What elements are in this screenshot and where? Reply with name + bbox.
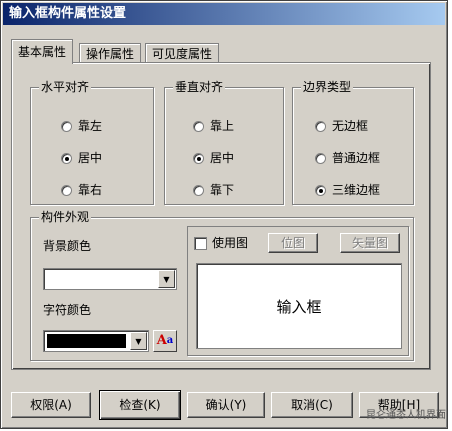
confirm-button[interactable]: 确认(Y) [187,392,265,418]
radio-align-left[interactable]: 靠左 [61,118,102,134]
horizontal-align-title: 水平对齐 [39,80,92,94]
use-image-checkbox[interactable] [194,237,207,250]
radio-align-top[interactable]: 靠上 [193,118,234,134]
radio-label: 靠上 [210,119,235,133]
radio-align-center[interactable]: 居中 [61,150,102,166]
preview-box: 输入框 [196,263,402,349]
font-color-label: 字符颜色 [43,303,92,317]
radio-label: 居中 [78,151,103,165]
radio-label: 普通边框 [332,151,381,165]
radio-indicator[interactable] [61,152,72,164]
bg-color-select[interactable]: ▼ [43,268,177,290]
border-type-group: 边界类型 无边框 普通边框 三维边框 [292,80,414,205]
font-color-swatch [47,334,126,348]
radio-indicator[interactable] [61,184,72,196]
border-type-title: 边界类型 [301,80,354,94]
radio-3d-border[interactable]: 三维边框 [315,182,380,198]
radio-align-right[interactable]: 靠右 [61,182,102,198]
horizontal-align-group: 水平对齐 靠左 居中 靠右 [30,80,154,205]
tab-panel-basic: 水平对齐 靠左 居中 靠右 垂直对齐 靠上 居中 靠下 边界类型 无边框 普通边… [11,62,431,370]
radio-align-middle[interactable]: 居中 [193,150,234,166]
chevron-down-icon[interactable]: ▼ [130,332,147,350]
radio-label: 靠下 [210,183,235,197]
radio-indicator[interactable] [193,120,204,132]
font-color-icon[interactable]: Aa [153,330,177,352]
radio-align-bottom[interactable]: 靠下 [193,182,234,198]
radio-normal-border[interactable]: 普通边框 [315,150,380,166]
radio-no-border[interactable]: 无边框 [315,118,368,134]
image-area: 使用图 位图 矢量图 输入框 [187,226,409,356]
dialog-window: 输入框构件属性设置 基本属性 操作属性 可见度属性 水平对齐 靠左 居中 靠右 … [0,0,448,429]
check-button[interactable]: 检查(K) [99,390,181,420]
bg-color-label: 背景颜色 [43,239,92,253]
vector-button[interactable]: 矢量图 [340,233,400,253]
font-color-select[interactable]: ▼ [43,330,149,352]
bg-color-swatch [47,272,154,286]
permission-button[interactable]: 权限(A) [11,392,91,418]
radio-indicator[interactable] [315,120,326,132]
tab-operation-properties[interactable]: 操作属性 [79,43,142,64]
radio-label: 靠右 [78,183,103,197]
vertical-align-title: 垂直对齐 [173,80,226,94]
chevron-down-icon[interactable]: ▼ [158,270,175,288]
radio-indicator[interactable] [193,152,204,164]
radio-indicator[interactable] [193,184,204,196]
radio-label: 三维边框 [332,183,381,197]
vertical-align-group: 垂直对齐 靠上 居中 靠下 [164,80,284,205]
radio-indicator[interactable] [61,120,72,132]
use-image-label: 使用图 [212,236,249,250]
appearance-title: 构件外观 [39,210,92,224]
appearance-group: 构件外观 背景颜色 ▼ 字符颜色 ▼ Aa 使用图 位图 矢量图 输入框 [30,210,414,361]
tab-basic-properties[interactable]: 基本属性 [11,39,74,64]
tab-visibility-properties[interactable]: 可见度属性 [145,43,220,64]
title-bar: 输入框构件属性设置 [3,3,445,25]
cancel-button[interactable]: 取消(C) [271,392,353,418]
radio-indicator[interactable] [315,184,326,196]
radio-label: 靠左 [78,119,103,133]
radio-label: 居中 [210,151,235,165]
bitmap-button[interactable]: 位图 [268,233,318,253]
radio-indicator[interactable] [315,152,326,164]
watermark: 昆仑通态人机界面 [366,410,446,421]
radio-label: 无边框 [332,119,369,133]
